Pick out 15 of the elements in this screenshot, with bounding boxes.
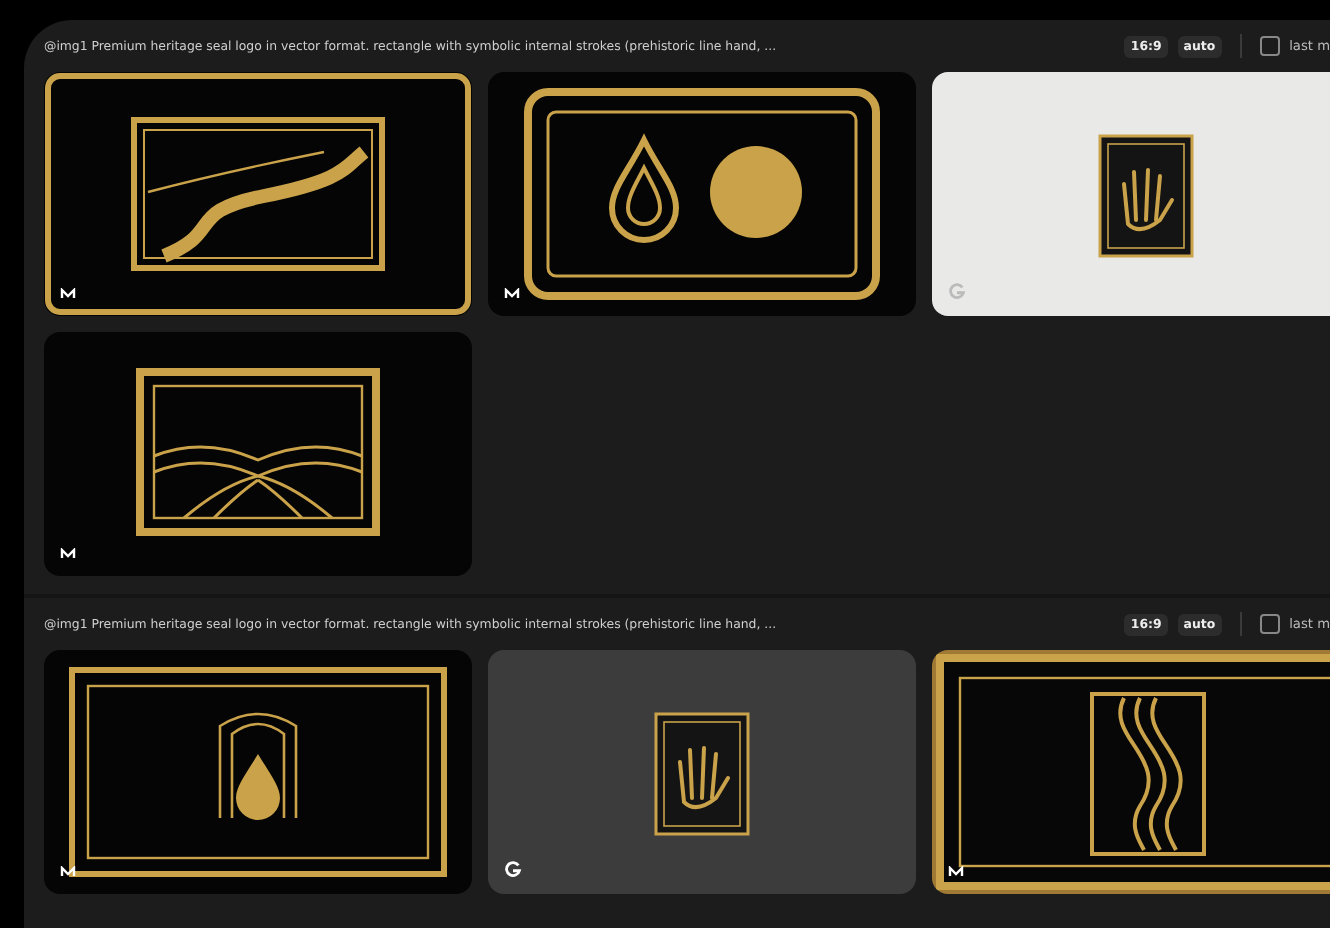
generated-image[interactable] bbox=[44, 72, 472, 316]
checkbox[interactable] bbox=[1259, 614, 1280, 634]
g-logo-icon bbox=[504, 860, 522, 878]
checkbox[interactable] bbox=[1259, 36, 1280, 56]
generated-image[interactable] bbox=[44, 650, 472, 894]
generated-image[interactable] bbox=[44, 332, 472, 576]
model-logo-icon bbox=[504, 288, 520, 300]
generated-image[interactable] bbox=[488, 72, 916, 316]
model-logo-icon bbox=[60, 548, 76, 560]
model-logo-icon bbox=[60, 288, 76, 300]
generated-image[interactable] bbox=[932, 650, 1330, 894]
model-logo-icon bbox=[948, 866, 964, 878]
generated-image[interactable] bbox=[932, 72, 1330, 316]
model-logo-icon bbox=[60, 866, 76, 878]
g-logo-icon bbox=[948, 282, 966, 300]
